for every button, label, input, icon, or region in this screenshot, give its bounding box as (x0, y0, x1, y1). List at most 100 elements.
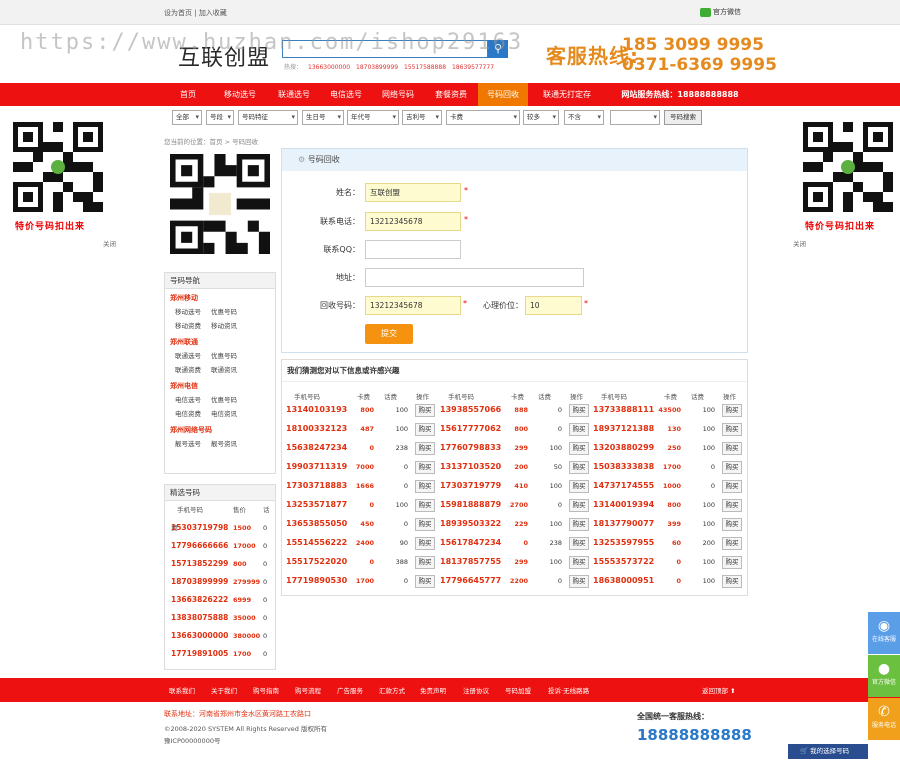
footer-link[interactable]: 号码加盟 (505, 685, 531, 695)
nav-group-title[interactable]: 郑州移动 (170, 293, 275, 303)
list-number[interactable]: 15517522020 (286, 557, 347, 566)
list-number[interactable]: 15514556222 (286, 538, 347, 547)
filter-fee-select[interactable]: 卡费 (446, 110, 520, 125)
list-number[interactable]: 18100332123 (286, 424, 347, 433)
nav-link[interactable]: 联通资费 (175, 363, 211, 377)
hot-num[interactable]: 18703899999 (356, 64, 398, 71)
buy-button[interactable]: 购买 (569, 480, 589, 493)
buy-button[interactable]: 购买 (569, 575, 589, 588)
service-phone-button[interactable]: ✆ 服务电话 (868, 698, 900, 740)
featured-row[interactable]: 15713852299 800 0 (165, 555, 275, 573)
footer-link[interactable]: 联系我们 (169, 685, 195, 695)
buy-button[interactable]: 购买 (415, 499, 435, 512)
list-number[interactable]: 17760798833 (440, 443, 501, 452)
number-search-button[interactable]: 号码搜索 (664, 110, 702, 125)
featured-row[interactable]: 15303719798 1500 0 (165, 519, 275, 537)
official-wechat-button[interactable]: ● 官方微信 (868, 655, 900, 697)
set-home-link[interactable]: 设为首页 (164, 9, 192, 17)
footer-link[interactable]: 注册协议 (463, 685, 489, 695)
list-number[interactable]: 13653855050 (286, 519, 347, 528)
expected-price-input[interactable]: 10 (525, 296, 582, 315)
nav-group-title[interactable]: 郑州联通 (170, 337, 275, 347)
list-number[interactable]: 17719890530 (286, 576, 347, 585)
list-number[interactable]: 13938557066 (440, 405, 501, 414)
nav-mobile[interactable]: 移动选号 (212, 83, 268, 106)
address-input[interactable] (365, 268, 584, 287)
buy-button[interactable]: 购买 (569, 556, 589, 569)
filter-prefix-select[interactable]: 号段 (206, 110, 234, 125)
list-number[interactable]: 15553573722 (593, 557, 654, 566)
buy-button[interactable]: 购买 (569, 423, 589, 436)
qq-input[interactable] (365, 240, 461, 259)
nav-link[interactable]: 优惠号码 (211, 393, 247, 407)
list-number[interactable]: 13253597955 (593, 538, 654, 547)
list-number[interactable]: 18137790077 (593, 519, 654, 528)
left-qr-ad[interactable]: 特价号码扣出来 (10, 118, 116, 238)
nav-telecom[interactable]: 电信选号 (320, 83, 372, 106)
list-number[interactable]: 17796645777 (440, 576, 501, 585)
buy-button[interactable]: 购买 (415, 423, 435, 436)
hot-num[interactable]: 13663000000 (308, 64, 350, 71)
buy-button[interactable]: 购买 (415, 556, 435, 569)
list-number[interactable]: 13733888111 (593, 405, 654, 414)
buy-button[interactable]: 购买 (722, 537, 742, 550)
nav-link[interactable]: 移动资讯 (211, 319, 247, 333)
nav-link[interactable]: 移动选号 (175, 305, 211, 319)
featured-number[interactable]: 15303719798 (171, 519, 233, 537)
buy-button[interactable]: 购买 (415, 442, 435, 455)
buy-button[interactable]: 购买 (722, 575, 742, 588)
nav-home[interactable]: 首页 (164, 83, 212, 106)
nav-link[interactable]: 电信资费 (175, 407, 211, 421)
hot-num[interactable]: 18639577777 (452, 64, 494, 71)
add-favorite-link[interactable]: 加入收藏 (199, 9, 227, 17)
list-number[interactable]: 17303718883 (286, 481, 347, 490)
list-number[interactable]: 15981888879 (440, 500, 501, 509)
nav-link[interactable]: 移动资费 (175, 319, 211, 333)
online-service-button[interactable]: ◉ 在线客服 (868, 612, 900, 654)
featured-row[interactable]: 17719891005 1700 0 (165, 645, 275, 663)
list-number[interactable]: 15038333838 (593, 462, 654, 471)
buy-button[interactable]: 购买 (569, 461, 589, 474)
nav-link[interactable]: 靓号选号 (175, 437, 211, 451)
buy-button[interactable]: 购买 (415, 575, 435, 588)
nav-recycle[interactable]: 号码回收 (478, 83, 528, 106)
filter-feature-select[interactable]: 号码特征 (238, 110, 298, 125)
nav-group-title[interactable]: 郑州网络号码 (170, 425, 275, 435)
featured-row[interactable]: 13663826222 6999 0 (165, 591, 275, 609)
featured-number[interactable]: 17719891005 (171, 645, 233, 663)
featured-row[interactable]: 18703899999 279999 0 (165, 573, 275, 591)
featured-number[interactable]: 15713852299 (171, 555, 233, 573)
list-number[interactable]: 13253571877 (286, 500, 347, 509)
close-left-ad-button[interactable]: 关闭 (103, 238, 116, 248)
buy-button[interactable]: 购买 (722, 518, 742, 531)
featured-row[interactable]: 13838075888 35000 0 (165, 609, 275, 627)
featured-number[interactable]: 17796666666 (171, 537, 233, 555)
footer-link[interactable]: 关于我们 (211, 685, 237, 695)
buy-button[interactable]: 购买 (569, 442, 589, 455)
featured-number[interactable]: 13663000000 (171, 627, 233, 645)
filter-lucky-select[interactable]: 吉利号 (402, 110, 442, 125)
filter-year-select[interactable]: 年代号 (347, 110, 399, 125)
back-to-top-button[interactable]: 返回顶部 ⬆ (702, 685, 736, 695)
recycle-number-input[interactable]: 13212345678 (365, 296, 461, 315)
filter-number-input[interactable] (610, 110, 660, 125)
buy-button[interactable]: 购买 (722, 404, 742, 417)
nav-link[interactable]: 联通选号 (175, 349, 211, 363)
official-wechat[interactable]: 官方微信 (700, 7, 741, 17)
filter-all-select[interactable]: 全部 (172, 110, 202, 125)
buy-button[interactable]: 购买 (415, 461, 435, 474)
footer-link[interactable]: 购号流程 (295, 685, 321, 695)
list-number[interactable]: 18638000951 (593, 576, 654, 585)
buy-button[interactable]: 购买 (569, 518, 589, 531)
right-qr-ad[interactable]: 特价号码扣出来 (793, 118, 899, 238)
buy-button[interactable]: 购买 (722, 556, 742, 569)
list-number[interactable]: 13137103520 (440, 462, 501, 471)
featured-number[interactable]: 18703899999 (171, 573, 233, 591)
list-number[interactable]: 18937121388 (593, 424, 654, 433)
hot-num[interactable]: 15517588888 (404, 64, 446, 71)
nav-link[interactable]: 优惠号码 (211, 305, 247, 319)
close-right-ad-button[interactable]: 关闭 (793, 238, 806, 248)
buy-button[interactable]: 购买 (415, 404, 435, 417)
list-number[interactable]: 18137857755 (440, 557, 501, 566)
list-number[interactable]: 17303719779 (440, 481, 501, 490)
